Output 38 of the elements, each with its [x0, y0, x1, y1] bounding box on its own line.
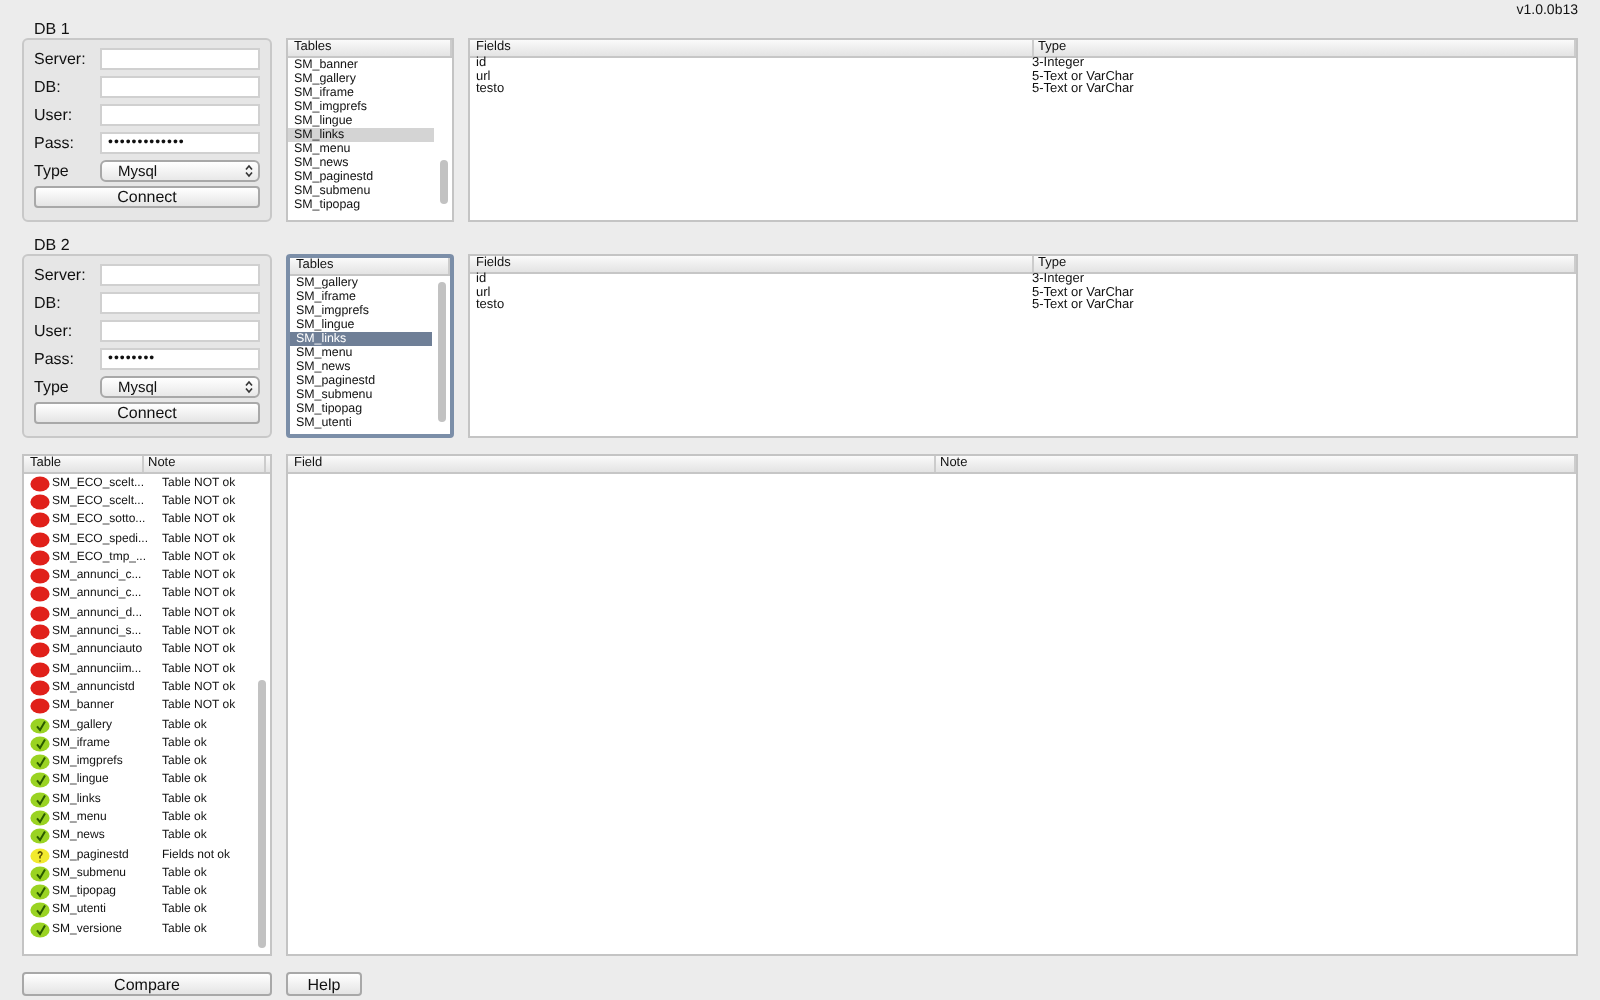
- text-field[interactable]: [100, 263, 260, 285]
- stepper-arrows-icon: [244, 163, 254, 177]
- connect-button[interactable]: Connect: [34, 402, 260, 424]
- ok-status-icon: [30, 921, 50, 938]
- field-label: Type: [34, 161, 71, 179]
- text-field[interactable]: [100, 75, 260, 97]
- warning-status-icon: [30, 847, 50, 864]
- scrollbar-thumb[interactable]: [438, 282, 446, 422]
- field-label: Server:: [34, 265, 88, 283]
- text-field[interactable]: [100, 47, 260, 69]
- field-label: User:: [34, 321, 75, 339]
- ok-status-icon: [30, 902, 50, 919]
- field-label: Pass:: [34, 349, 77, 367]
- field-label: DB:: [34, 293, 63, 311]
- help-button[interactable]: Help: [286, 972, 362, 996]
- ok-status-icon: [30, 884, 50, 901]
- ok-status-icon: [30, 791, 50, 808]
- ok-status-icon: [30, 772, 50, 789]
- ok-status-icon: [30, 865, 50, 882]
- field-label: User:: [34, 105, 75, 123]
- scrollbar-thumb[interactable]: [440, 160, 448, 204]
- section-label: DB 2: [34, 236, 72, 254]
- field-label: DB:: [34, 77, 63, 95]
- field-label: Pass:: [34, 133, 77, 151]
- scrollbar-thumb[interactable]: [258, 680, 266, 948]
- text-field[interactable]: [100, 103, 260, 125]
- field-label: Server:: [34, 49, 88, 67]
- compare-button[interactable]: Compare: [22, 972, 272, 996]
- ok-status-icon: [30, 754, 50, 771]
- ok-status-icon: [30, 735, 50, 752]
- section-label: DB 1: [34, 20, 72, 38]
- text-field[interactable]: [100, 319, 260, 341]
- ok-status-icon: [30, 828, 50, 845]
- ok-status-icon: [30, 809, 50, 826]
- text-field[interactable]: [100, 291, 260, 313]
- field-label: Type: [34, 377, 71, 395]
- stepper-arrows-icon: [244, 379, 254, 393]
- connect-button[interactable]: Connect: [34, 186, 260, 208]
